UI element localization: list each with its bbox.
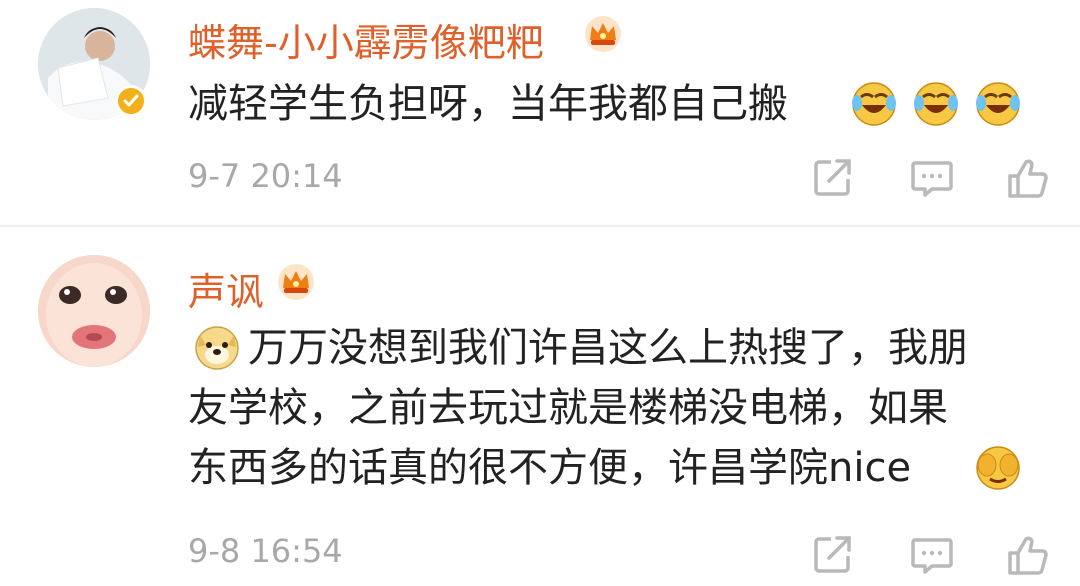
like-icon[interactable] — [1006, 156, 1050, 200]
like-icon[interactable] — [1006, 533, 1050, 577]
avatar-image — [38, 255, 150, 367]
comment-text: 减轻学生负担呀，当年我都自己搬 — [188, 81, 788, 127]
comment-icon[interactable] — [910, 533, 954, 577]
username[interactable]: 蝶舞-小小霹雳像粑粑 — [188, 12, 544, 67]
comment-timestamp: 9-8 16:54 — [188, 532, 343, 570]
comment-icon[interactable] — [910, 156, 954, 200]
forward-icon[interactable] — [811, 156, 855, 200]
username[interactable]: 声讽 — [188, 261, 264, 316]
comment-item: 声讽 万万没想到我们许昌这么上热搜了，我朋 友学校，之前去玩过就是楼梯没电梯，如… — [0, 227, 1080, 586]
crown-icon — [585, 16, 621, 52]
doge-emoji-icon — [195, 326, 239, 370]
laugh-cry-emoji-icon — [852, 82, 896, 126]
comment-item: 蝶舞-小小霹雳像粑粑 减轻学生负担呀，当年我都自己搬 9-7 20:14 — [0, 0, 1080, 226]
verified-badge-icon — [115, 85, 147, 117]
comment-text-line: 友学校，之前去玩过就是楼梯没电梯，如果 — [188, 385, 948, 431]
comment-text-line: 万万没想到我们许昌这么上热搜了，我朋 — [248, 325, 968, 371]
comment-timestamp: 9-7 20:14 — [188, 157, 343, 195]
cover-face-emoji-icon — [976, 446, 1020, 490]
crown-icon — [278, 264, 314, 300]
comment-text-line: 东西多的话真的很不方便，许昌学院nice — [188, 445, 912, 491]
forward-icon[interactable] — [811, 533, 855, 577]
user-avatar[interactable] — [38, 255, 150, 367]
laugh-cry-emoji-icon — [914, 82, 958, 126]
laugh-cry-emoji-icon — [976, 82, 1020, 126]
